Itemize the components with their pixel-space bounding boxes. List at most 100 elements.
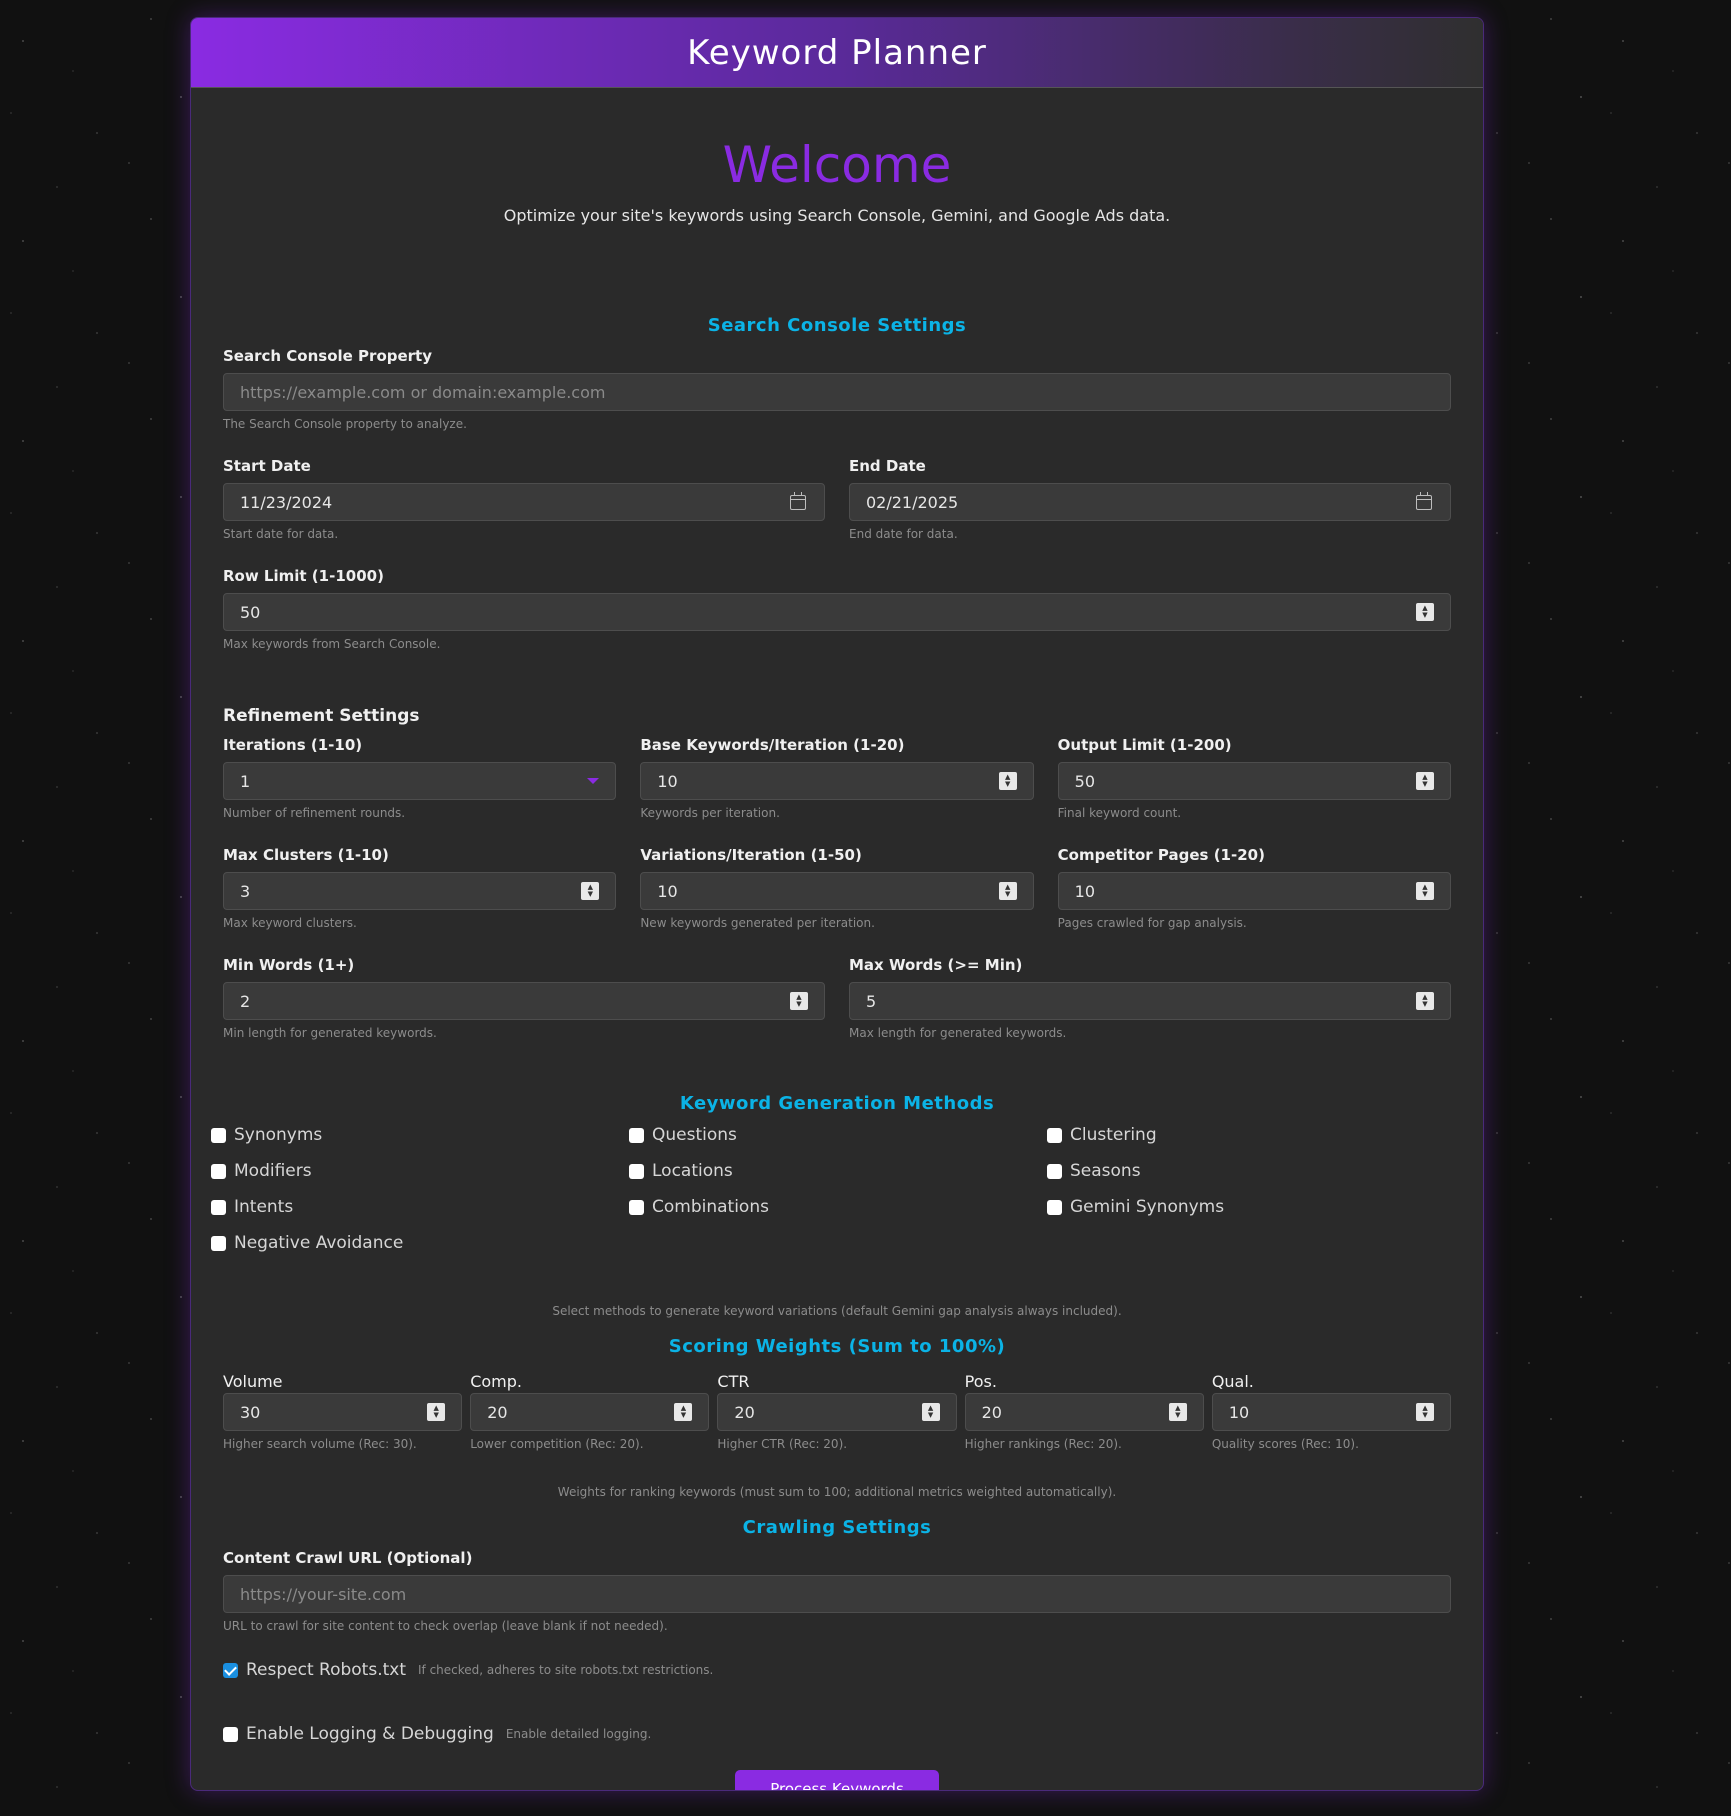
- weight-pos-help: Higher rankings (Rec: 20).: [964, 1437, 1122, 1451]
- spinner-icon[interactable]: ▲ ▼: [674, 1403, 693, 1421]
- checkbox[interactable]: [1047, 1127, 1062, 1143]
- weight-pos-input[interactable]: 20 ▲ ▼: [964, 1393, 1204, 1431]
- respect-robots-checkbox[interactable]: Respect Robots.txt If checked, adheres t…: [223, 1660, 1451, 1680]
- property-help: The Search Console property to analyze.: [223, 417, 467, 431]
- max-clusters-input[interactable]: 3 ▲ ▼: [223, 872, 617, 910]
- variations-label: Variations/Iteration (1-50): [640, 846, 862, 864]
- row-limit-help: Max keywords from Search Console.: [223, 637, 441, 651]
- refinement-section-title: Refinement Settings: [223, 706, 420, 726]
- weight-ctr-input[interactable]: 20 ▲ ▼: [717, 1393, 957, 1431]
- weight-comp-label: Comp.: [470, 1372, 522, 1391]
- iterations-help: Number of refinement rounds.: [223, 806, 406, 820]
- main-content: Welcome Optimize your site's keywords us…: [191, 136, 1483, 1790]
- weights-section-title: Scoring Weights (Sum to 100%): [668, 1336, 1006, 1357]
- method-checkbox-negative-avoidance[interactable]: Negative Avoidance: [211, 1233, 629, 1253]
- weight-pos-value: 20: [981, 1402, 1002, 1422]
- methods-section-title: Keyword Generation Methods: [679, 1093, 995, 1114]
- weight-comp-input[interactable]: 20 ▲ ▼: [470, 1393, 710, 1431]
- weight-qual-value: 10: [1228, 1402, 1250, 1422]
- spinner-icon[interactable]: ▲ ▼: [790, 992, 808, 1010]
- row-limit-value: 50: [240, 602, 261, 622]
- crawl-url-label: Content Crawl URL (Optional): [223, 1549, 473, 1567]
- competitor-pages-label: Competitor Pages (1-20): [1057, 846, 1265, 864]
- calendar-icon[interactable]: [790, 491, 806, 510]
- base-keywords-input[interactable]: 10 ▲ ▼: [640, 762, 1034, 800]
- spinner-icon[interactable]: ▲ ▼: [1416, 603, 1434, 621]
- spinner-icon[interactable]: ▲ ▼: [1415, 882, 1434, 900]
- spinner-icon[interactable]: ▲ ▼: [998, 882, 1017, 900]
- checkbox[interactable]: [1047, 1199, 1062, 1215]
- process-keywords-button[interactable]: Process Keywords: [735, 1770, 939, 1790]
- checkbox[interactable]: [223, 1726, 238, 1742]
- competitor-pages-help: Pages crawled for gap analysis.: [1057, 916, 1247, 930]
- output-limit-input[interactable]: 50 ▲ ▼: [1057, 762, 1451, 800]
- spinner-icon[interactable]: ▲ ▼: [921, 1403, 940, 1421]
- app-title: Keyword Planner: [687, 32, 987, 73]
- weight-volume-input[interactable]: 30 ▲ ▼: [223, 1393, 463, 1431]
- methods-checkbox-grid: Synonyms Questions Clustering Modifiers …: [211, 1125, 1451, 1253]
- method-checkbox-gemini-synonyms[interactable]: Gemini Synonyms: [1047, 1197, 1465, 1217]
- enable-logging-label: Enable Logging & Debugging: [246, 1724, 494, 1744]
- enable-logging-checkbox[interactable]: Enable Logging & Debugging Enable detail…: [223, 1724, 1451, 1744]
- checkbox[interactable]: [629, 1163, 644, 1179]
- min-words-value: 2: [240, 991, 251, 1011]
- enable-logging-help: Enable detailed logging.: [505, 1727, 652, 1741]
- competitor-pages-input[interactable]: 10 ▲ ▼: [1057, 872, 1451, 910]
- base-keywords-help: Keywords per iteration.: [640, 806, 780, 820]
- row-limit-input[interactable]: 50 ▲ ▼: [223, 593, 1451, 631]
- checkbox[interactable]: [1047, 1163, 1062, 1179]
- method-checkbox-locations[interactable]: Locations: [629, 1161, 1047, 1181]
- property-label: Search Console Property: [223, 347, 433, 365]
- base-keywords-label: Base Keywords/Iteration (1-20): [640, 736, 905, 754]
- checkbox-checked[interactable]: [223, 1662, 238, 1678]
- chevron-down-icon: [587, 778, 600, 784]
- row-limit-label: Row Limit (1-1000): [223, 567, 384, 585]
- max-words-value: 5: [866, 991, 877, 1011]
- spinner-icon[interactable]: ▲ ▼: [427, 1403, 446, 1421]
- spinner-icon[interactable]: ▲ ▼: [1168, 1403, 1187, 1421]
- search-console-section-title: Search Console Settings: [707, 315, 967, 336]
- variations-help: New keywords generated per iteration.: [640, 916, 875, 930]
- spinner-icon[interactable]: ▲ ▼: [1416, 1403, 1435, 1421]
- checkbox[interactable]: [629, 1127, 644, 1143]
- calendar-icon[interactable]: [1416, 491, 1432, 510]
- min-words-input[interactable]: 2 ▲ ▼: [223, 982, 825, 1020]
- variations-input[interactable]: 10 ▲ ▼: [640, 872, 1034, 910]
- output-limit-label: Output Limit (1-200): [1057, 736, 1232, 754]
- end-date-value: 02/21/2025: [866, 492, 959, 512]
- method-checkbox-questions[interactable]: Questions: [629, 1125, 1047, 1145]
- method-checkbox-combinations[interactable]: Combinations: [629, 1197, 1047, 1217]
- start-date-input[interactable]: 11/23/2024: [223, 483, 825, 521]
- weight-qual-help: Quality scores (Rec: 10).: [1211, 1437, 1359, 1451]
- method-checkbox-modifiers[interactable]: Modifiers: [211, 1161, 629, 1181]
- welcome-heading: Welcome: [722, 136, 952, 194]
- weight-qual-input[interactable]: 10 ▲ ▼: [1211, 1393, 1452, 1431]
- output-limit-help: Final keyword count.: [1057, 806, 1182, 820]
- max-clusters-help: Max keyword clusters.: [223, 916, 357, 930]
- checkbox[interactable]: [211, 1127, 226, 1143]
- weight-pos-label: Pos.: [964, 1372, 997, 1391]
- spinner-icon[interactable]: ▲ ▼: [1415, 772, 1434, 790]
- spinner-icon[interactable]: ▲ ▼: [998, 772, 1017, 790]
- start-date-label: Start Date: [223, 457, 311, 475]
- max-clusters-value: 3: [240, 881, 251, 901]
- spinner-icon[interactable]: ▲ ▼: [581, 882, 600, 900]
- crawl-url-input[interactable]: https://your-site.com: [223, 1575, 1451, 1613]
- checkbox[interactable]: [211, 1235, 226, 1251]
- end-date-input[interactable]: 02/21/2025: [849, 483, 1451, 521]
- property-input[interactable]: https://example.com or domain:example.co…: [223, 373, 1451, 411]
- checkbox[interactable]: [629, 1199, 644, 1215]
- iterations-label: Iterations (1-10): [223, 736, 363, 754]
- checkbox[interactable]: [211, 1199, 226, 1215]
- method-checkbox-clustering[interactable]: Clustering: [1047, 1125, 1465, 1145]
- method-checkbox-synonyms[interactable]: Synonyms: [211, 1125, 629, 1145]
- end-date-label: End Date: [849, 457, 926, 475]
- iterations-select[interactable]: 1: [223, 762, 617, 800]
- spinner-icon[interactable]: ▲ ▼: [1416, 992, 1434, 1010]
- max-clusters-label: Max Clusters (1-10): [223, 846, 389, 864]
- max-words-input[interactable]: 5 ▲ ▼: [849, 982, 1451, 1020]
- method-checkbox-seasons[interactable]: Seasons: [1047, 1161, 1465, 1181]
- method-checkbox-intents[interactable]: Intents: [211, 1197, 629, 1217]
- checkbox[interactable]: [211, 1163, 226, 1179]
- max-words-label: Max Words (>= Min): [849, 956, 1023, 974]
